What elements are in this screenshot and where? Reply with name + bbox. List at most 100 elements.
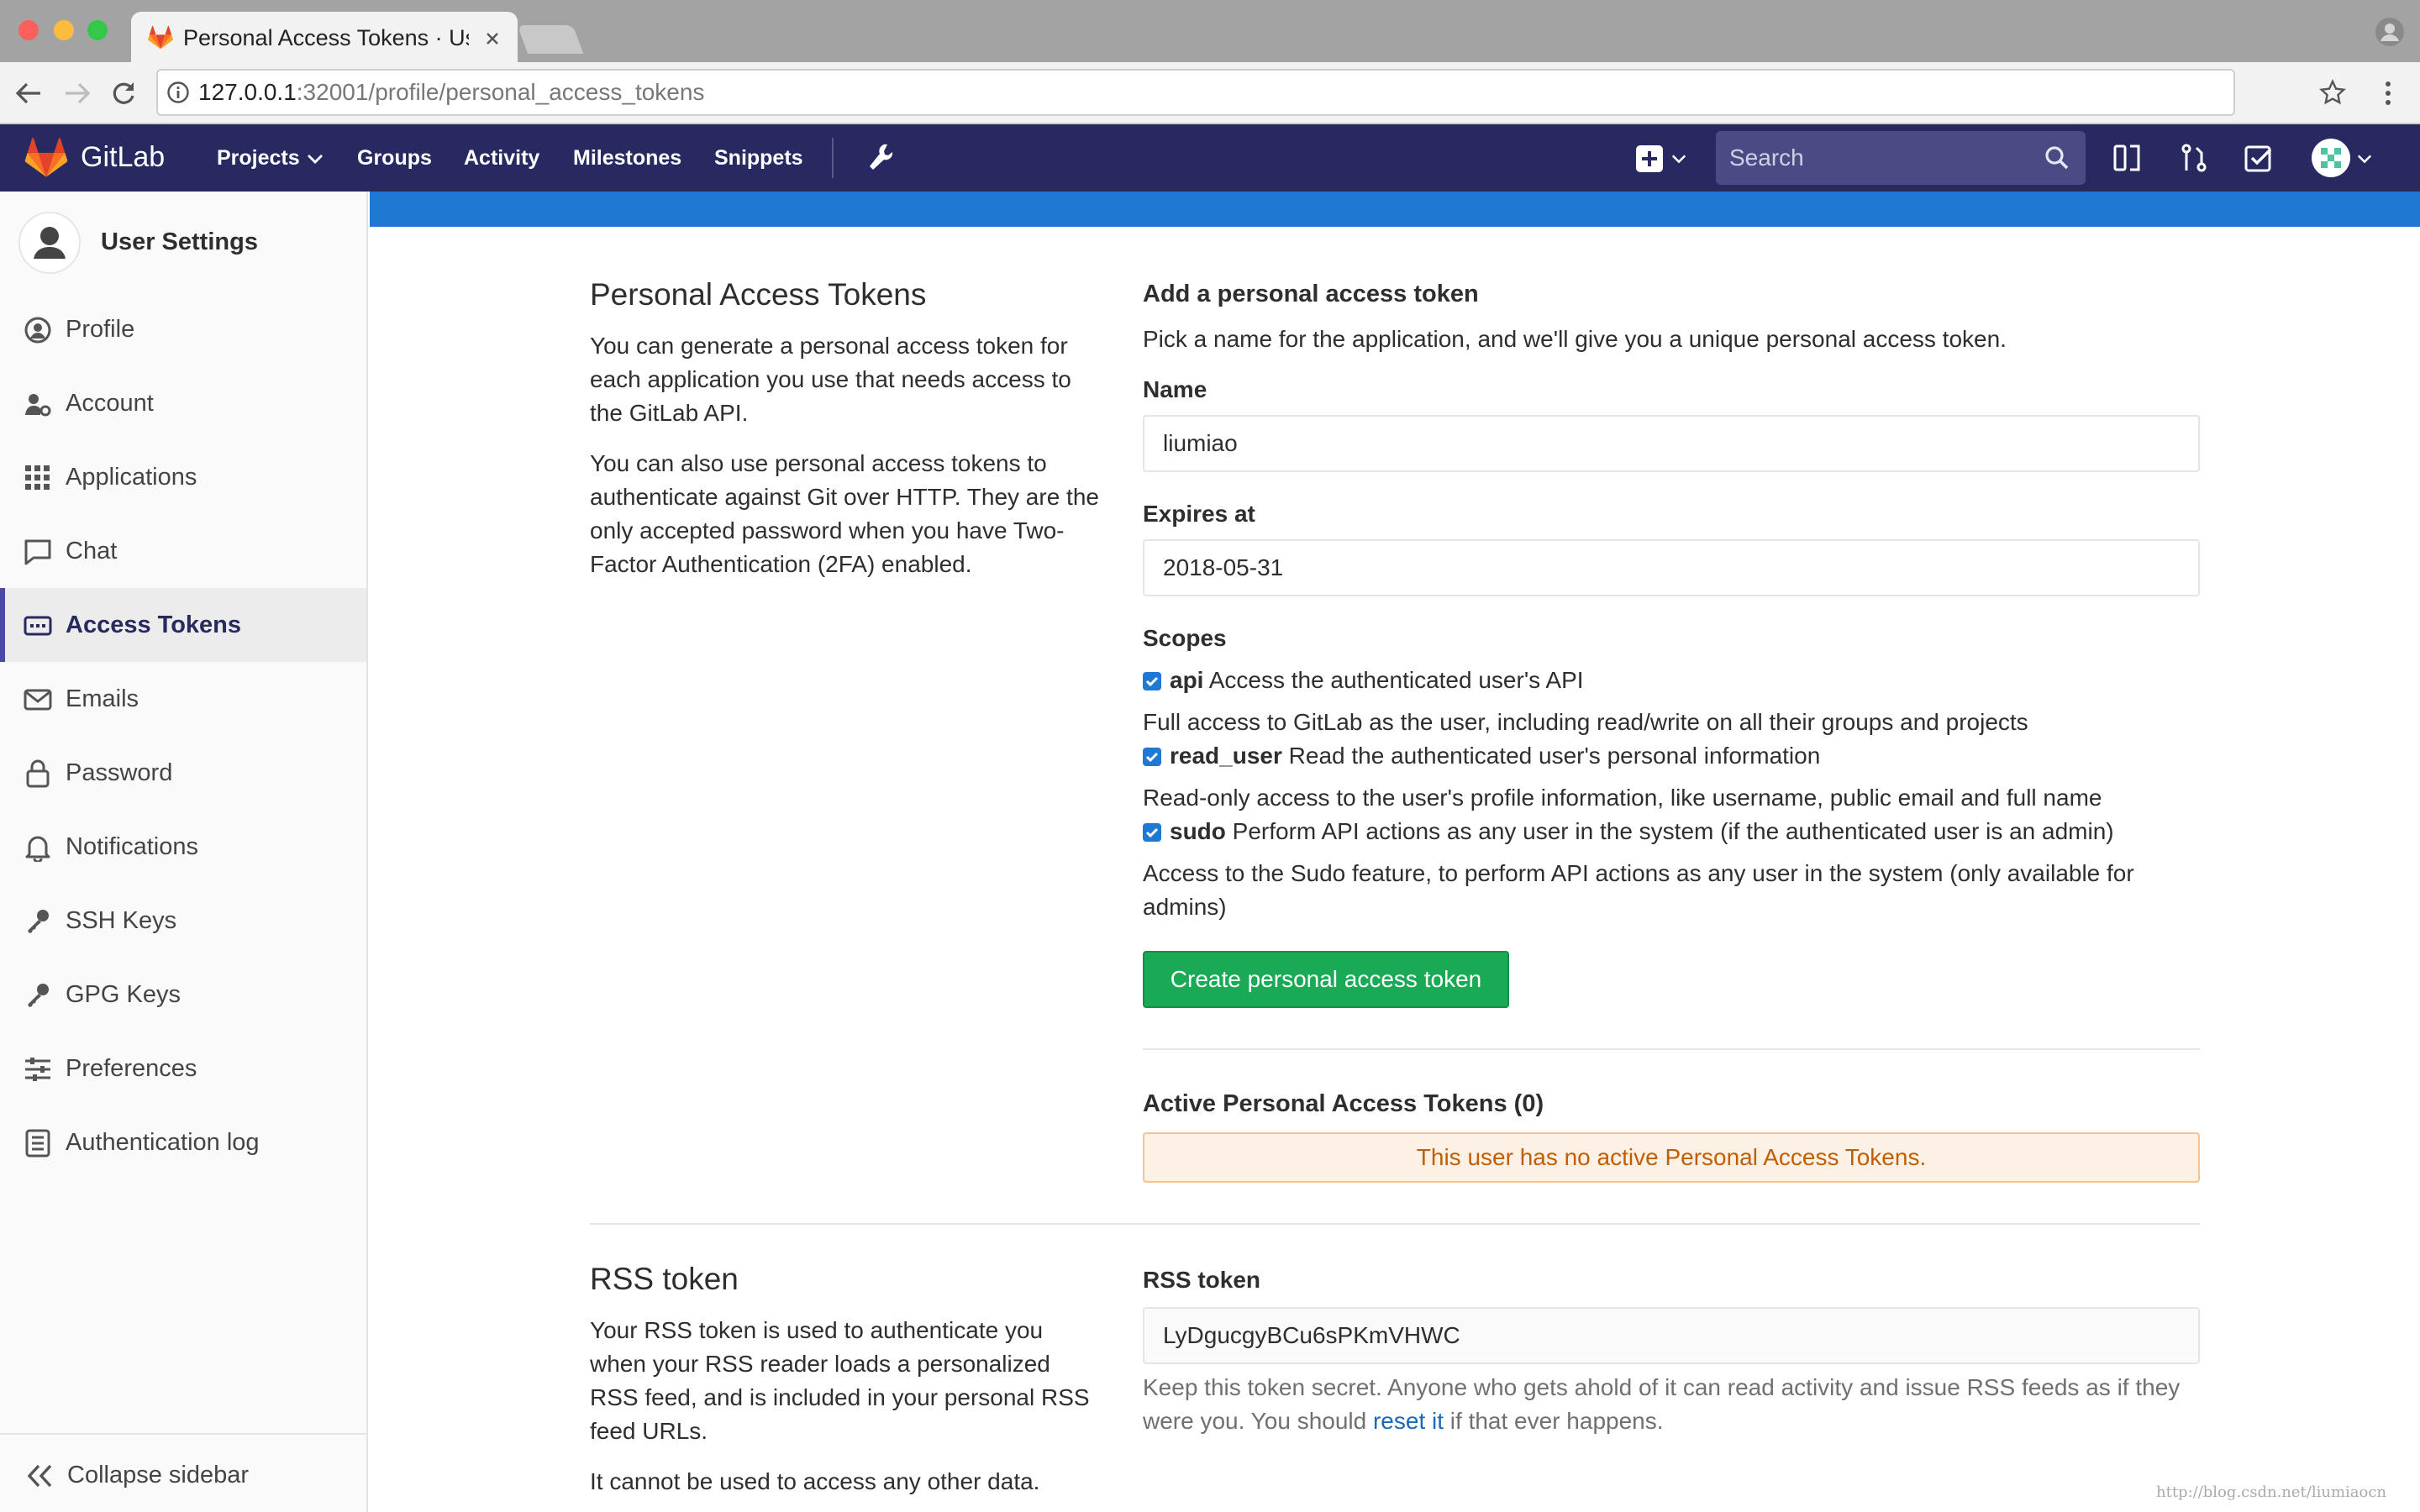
scope-api-detail: Full access to GitLab as the user, inclu… <box>1143 709 2028 735</box>
user-silhouette-icon <box>34 227 66 259</box>
sidebar-item-account[interactable]: Account <box>0 366 366 440</box>
lock-icon <box>26 759 50 788</box>
admin-wrench-icon[interactable] <box>865 141 894 175</box>
sidebar-item-label: GPG Keys <box>66 981 181 1008</box>
scope-api-label[interactable]: api Access the authenticated user's API <box>1170 667 1584 694</box>
sidebar-item-label: Authentication log <box>66 1129 260 1156</box>
rss-description-1: Your RSS token is used to authenticate y… <box>590 1317 1090 1444</box>
scope-name: api <box>1170 667 1204 693</box>
access-tokens-icon <box>24 616 52 636</box>
window-zoom-button[interactable] <box>87 20 108 40</box>
sidebar-item-chat[interactable]: Chat <box>0 514 366 588</box>
form-divider <box>1143 1048 2200 1050</box>
sidebar-item-label: Account <box>66 390 154 417</box>
sidebar-item-label: Chat <box>66 538 118 564</box>
page-top-banner <box>370 192 2420 227</box>
issues-board-icon[interactable] <box>2112 143 2143 173</box>
sidebar-item-password[interactable]: Password <box>0 736 366 810</box>
sidebar-item-emails[interactable]: Emails <box>0 662 366 736</box>
gitlab-brand[interactable]: GitLab <box>81 141 165 174</box>
chevron-down-icon[interactable] <box>1670 153 1687 165</box>
sidebar-item-ssh-keys[interactable]: SSH Keys <box>0 884 366 958</box>
rss-token-help: Keep this token secret. Anyone who gets … <box>1143 1371 2205 1438</box>
search-input[interactable] <box>1729 143 2032 173</box>
sidebar-item-applications[interactable]: Applications <box>0 440 366 514</box>
reset-rss-token-link[interactable]: reset it <box>1373 1408 1444 1434</box>
sidebar-item-label: Notifications <box>66 833 198 860</box>
sidebar-item-preferences[interactable]: Preferences <box>0 1032 366 1105</box>
sidebar-item-profile[interactable]: Profile <box>0 292 366 366</box>
back-arrow-icon[interactable] <box>13 79 44 108</box>
rss-help-text: if that ever happens. <box>1444 1408 1664 1434</box>
emails-icon <box>24 689 52 711</box>
sidebar-item-label: Access Tokens <box>66 612 242 638</box>
nav-projects[interactable]: Projects <box>217 146 300 171</box>
forward-arrow-icon[interactable] <box>62 79 92 108</box>
sidebar-item-notifications[interactable]: Notifications <box>0 810 366 884</box>
scope-sudo-detail: Access to the Sudo feature, to perform A… <box>1143 860 2134 920</box>
sliders-icon <box>25 1058 50 1081</box>
window-minimize-button[interactable] <box>54 20 74 40</box>
create-token-button[interactable]: Create personal access token <box>1143 951 1509 1008</box>
nav-activity[interactable]: Activity <box>464 146 539 171</box>
browser-tab-active[interactable]: Personal Access Tokens · User <box>131 12 518 64</box>
pat-section-title: Personal Access Tokens <box>590 277 927 312</box>
nav-milestones[interactable]: Milestones <box>573 146 681 171</box>
bookmark-star-icon[interactable] <box>2319 79 2346 106</box>
sidebar-item-access-tokens[interactable]: Access Tokens <box>0 588 366 662</box>
rss-token-label: RSS token <box>1143 1267 1261 1293</box>
token-name-input[interactable] <box>1143 415 2200 472</box>
section-divider <box>590 1223 2200 1225</box>
active-tokens-title: Active Personal Access Tokens (0) <box>1143 1090 1544 1117</box>
chevron-down-icon[interactable] <box>306 153 324 165</box>
browser-profile-icon[interactable] <box>2375 17 2405 47</box>
rss-token-field[interactable] <box>1143 1307 2200 1364</box>
pat-description-1: You can generate a personal access token… <box>590 333 1071 426</box>
tab-close-icon[interactable] <box>484 30 501 47</box>
gitlab-logo-icon[interactable] <box>24 138 69 178</box>
sidebar-title[interactable]: User Settings <box>101 228 258 256</box>
url-text[interactable]: 127.0.0.1:32001/profile/personal_access_… <box>198 79 704 106</box>
reload-icon[interactable] <box>109 79 138 108</box>
window-close-button[interactable] <box>18 20 39 40</box>
scope-summary: Access the authenticated user's API <box>1208 667 1584 693</box>
browser-menu-icon[interactable] <box>2381 79 2395 108</box>
scope-read-user-label[interactable]: read_user Read the authenticated user's … <box>1170 743 1820 769</box>
collapse-sidebar-label: Collapse sidebar <box>67 1462 250 1488</box>
user-avatar-icon[interactable] <box>2311 138 2351 178</box>
sidebar-item-gpg-keys[interactable]: GPG Keys <box>0 958 366 1032</box>
expires-at-input[interactable] <box>1143 539 2200 596</box>
merge-request-icon[interactable] <box>2180 143 2208 173</box>
sidebar-item-label: Profile <box>66 316 135 343</box>
sidebar-item-label: Password <box>66 759 173 786</box>
user-avatar <box>18 212 81 274</box>
info-icon[interactable] <box>166 81 190 104</box>
todos-icon[interactable] <box>2244 143 2274 173</box>
scope-api-checkbox[interactable] <box>1143 672 1161 690</box>
scope-sudo-label[interactable]: sudo Perform API actions as any user in … <box>1170 818 2114 845</box>
search-icon[interactable] <box>2044 144 2070 171</box>
chat-icon <box>24 539 51 565</box>
nav-snippets[interactable]: Snippets <box>714 146 803 171</box>
chevron-down-icon[interactable] <box>2356 153 2373 165</box>
sidebar-item-authentication-log[interactable]: Authentication log <box>0 1105 366 1179</box>
scope-sudo-checkbox[interactable] <box>1143 823 1161 842</box>
profile-icon <box>24 317 51 344</box>
url-host: 127.0.0.1 <box>198 79 297 105</box>
expires-label: Expires at <box>1143 501 1255 527</box>
bell-icon <box>25 836 50 862</box>
search-box[interactable] <box>1716 131 2086 185</box>
nav-groups[interactable]: Groups <box>357 146 432 171</box>
applications-icon <box>25 465 50 490</box>
pat-description-2: You can also use personal access tokens … <box>590 450 1099 577</box>
collapse-sidebar-button[interactable]: Collapse sidebar <box>0 1433 366 1512</box>
rss-section-title: RSS token <box>590 1262 739 1296</box>
name-label: Name <box>1143 376 1207 402</box>
sidebar-item-label: Emails <box>66 685 139 712</box>
scope-read-user-checkbox[interactable] <box>1143 748 1161 766</box>
new-tab-button[interactable] <box>517 25 584 54</box>
scope-name: read_user <box>1170 743 1282 769</box>
scope-summary: Perform API actions as any user in the s… <box>1232 818 2114 844</box>
new-item-plus-icon[interactable] <box>1635 144 1664 173</box>
add-token-title: Add a personal access token <box>1143 281 1479 307</box>
